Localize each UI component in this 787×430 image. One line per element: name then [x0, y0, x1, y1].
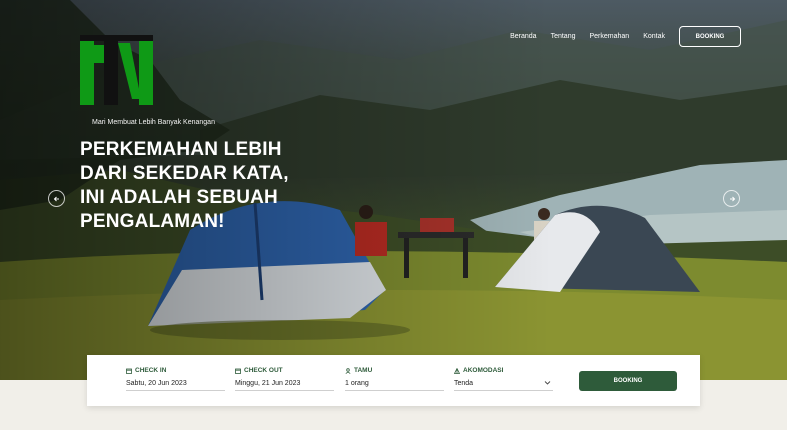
checkin-label-row: CHECK IN: [126, 367, 225, 374]
arrow-left-icon[interactable]: [48, 190, 65, 207]
accommodation-select[interactable]: Tenda: [454, 380, 553, 391]
nav-link-tentang[interactable]: Tentang: [551, 33, 576, 40]
accommodation-label-row: AKOMODASI: [454, 367, 553, 374]
arrow-right-icon[interactable]: [723, 190, 740, 207]
hero-headline: PERKEMAHAN LEBIH DARI SEKEDAR KATA, INI …: [80, 138, 350, 234]
checkin-field[interactable]: CHECK IN Sabtu, 20 Jun 2023: [126, 367, 225, 391]
checkout-field[interactable]: CHECK OUT Minggu, 21 Jun 2023: [235, 367, 334, 391]
nav-booking-button[interactable]: BOOKING: [679, 26, 741, 47]
headline-line: PERKEMAHAN LEBIH: [80, 139, 282, 160]
nav-link-perkemahan[interactable]: Perkemahan: [590, 33, 630, 40]
nav-link-kontak[interactable]: Kontak: [643, 33, 665, 40]
checkin-label: CHECK IN: [135, 367, 167, 374]
checkin-value[interactable]: Sabtu, 20 Jun 2023: [126, 380, 225, 391]
submit-booking-button[interactable]: BOOKING: [579, 371, 677, 391]
main-nav: Beranda Tentang Perkemahan Kontak BOOKIN…: [510, 26, 741, 47]
guests-label: TAMU: [354, 367, 373, 374]
checkout-label-row: CHECK OUT: [235, 367, 334, 374]
brand-tagline: Mari Membuat Lebih Banyak Kenangan: [92, 119, 215, 126]
nav-link-beranda[interactable]: Beranda: [510, 33, 536, 40]
hero-section: Mari Membuat Lebih Banyak Kenangan PERKE…: [0, 0, 787, 380]
calendar-icon: [126, 368, 132, 374]
user-icon: [345, 367, 351, 374]
guests-value[interactable]: 1 orang: [345, 380, 444, 391]
tent-icon: [454, 367, 460, 374]
chevron-down-icon: [544, 379, 551, 388]
calendar-icon: [235, 368, 241, 374]
accommodation-value: Tenda: [454, 380, 474, 387]
headline-line: PENGALAMAN!: [80, 211, 225, 232]
headline-line: DARI SEKEDAR KATA,: [80, 163, 289, 184]
brand-logo[interactable]: [80, 35, 153, 105]
accommodation-field[interactable]: AKOMODASI Tenda: [454, 367, 553, 391]
booking-form: CHECK IN Sabtu, 20 Jun 2023 CHECK OUT Mi…: [87, 355, 700, 406]
headline-line: INI ADALAH SEBUAH: [80, 187, 278, 208]
accommodation-label: AKOMODASI: [463, 367, 504, 374]
guests-label-row: TAMU: [345, 367, 444, 374]
checkout-value[interactable]: Minggu, 21 Jun 2023: [235, 380, 334, 391]
guests-field[interactable]: TAMU 1 orang: [345, 367, 444, 391]
checkout-label: CHECK OUT: [244, 367, 283, 374]
